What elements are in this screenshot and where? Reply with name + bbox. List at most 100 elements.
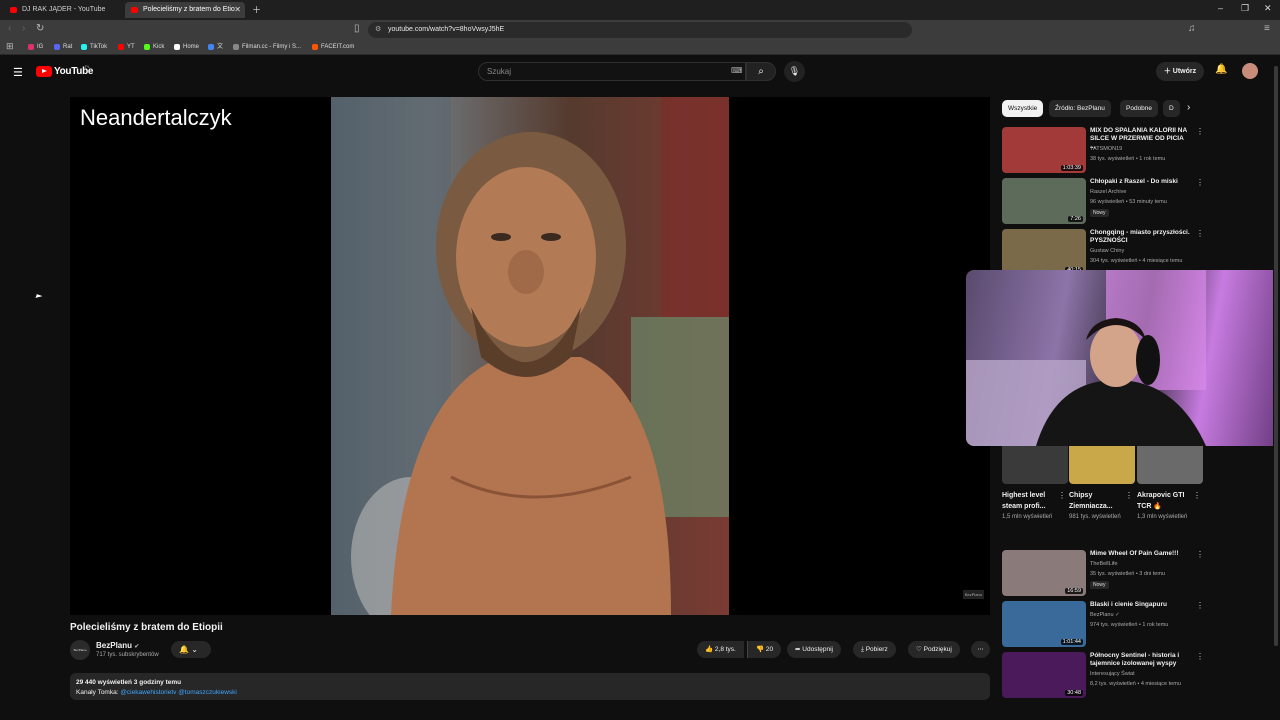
related-video-item[interactable]: 1:01:44 Blaski i cienie Singapuru BezPlanu… <box>1002 601 1204 647</box>
video-meta: 96 wyświetleń • 53 minuty temu <box>1090 199 1167 205</box>
channel-avatar[interactable]: BezPlanu <box>70 640 90 660</box>
create-button[interactable]: ＋ Utwórz <box>1156 62 1204 81</box>
related-video-item[interactable]: 16:59 Mime Wheel Of Pain Game!!! TheBellLi… <box>1002 550 1204 596</box>
video-channel[interactable]: BezPlanu ✓ <box>1090 612 1120 618</box>
bookmark-item[interactable]: YT <box>118 40 135 54</box>
more-vertical-icon[interactable]: ⋮ <box>1196 229 1204 238</box>
site-info-icon[interactable]: ⚙ <box>375 22 381 38</box>
bookmark-item[interactable]: 文 <box>208 40 223 54</box>
video-player[interactable]: Neandertalczyk BezPlanu <box>70 97 990 615</box>
description-links[interactable]: @ciekawehistorietv @tomaszczukiewski <box>120 689 237 696</box>
bookmark-label: Home <box>183 44 200 50</box>
related-video-item[interactable]: 40:15Chongqing - miasto przyszłości. PYS… <box>1002 229 1204 275</box>
close-tab-icon[interactable]: ✕ <box>234 2 241 18</box>
video-channel[interactable]: TheBellLife <box>1090 561 1118 567</box>
more-actions-button[interactable]: ⋯ <box>971 641 990 658</box>
bookmark-item[interactable]: Rat <box>54 40 72 54</box>
more-vertical-icon[interactable]: ⋮ <box>1196 601 1204 610</box>
restore-icon[interactable]: ❐ <box>1241 3 1249 14</box>
close-window-icon[interactable]: ✕ <box>1264 3 1272 14</box>
reload-icon[interactable]: ↻ <box>36 23 44 34</box>
more-vertical-icon[interactable]: ⋮ <box>1196 652 1204 661</box>
chips-next-chevron-icon[interactable]: › <box>1187 102 1190 113</box>
browser-tab-active[interactable]: Polecieliśmy z bratem do Etio ✕ <box>125 2 245 18</box>
video-thumbnail[interactable]: 1:03:39 <box>1002 127 1086 173</box>
related-video-item[interactable]: 7:26 Chłopaki z Raszel - Do miski Raszel A… <box>1002 178 1204 224</box>
video-meta: 8,2 tys. wyświetleń • 4 miesiące temu <box>1090 681 1181 687</box>
video-thumbnail[interactable]: 40:15 <box>1002 229 1086 275</box>
video-title[interactable]: Chłopaki z Raszel - Do miski <box>1090 178 1190 186</box>
like-button[interactable]: 👍 2,8 tys. <box>697 641 744 658</box>
more-vertical-icon[interactable]: ⋮ <box>1196 127 1204 136</box>
page-scrollbar[interactable] <box>1273 58 1280 700</box>
bookmark-item[interactable]: Filman.cc - Filmy i S... <box>233 40 301 54</box>
bookmark-item[interactable]: TikTok <box>81 40 107 54</box>
short-title[interactable]: Akrapovic GTI TCR 🔥 <box>1137 490 1193 512</box>
video-channel[interactable]: Interesujący Świat <box>1090 671 1135 677</box>
description-box[interactable]: 29 440 wyświetleń 3 godziny temu Kanały … <box>70 673 990 700</box>
video-title[interactable]: Mime Wheel Of Pain Game!!! <box>1090 550 1190 558</box>
video-thumbnail[interactable]: 7:26 <box>1002 178 1086 224</box>
more-vertical-icon[interactable]: ⋮ <box>1193 491 1201 500</box>
bookmark-item[interactable]: Kick <box>144 40 164 54</box>
subscription-bell-button[interactable]: 🔔 ⌄ <box>171 641 211 658</box>
short-thumbnail[interactable] <box>1069 446 1135 484</box>
browser-menu-icon[interactable]: ≡ <box>1264 23 1270 34</box>
youtube-favicon-icon <box>10 7 17 13</box>
browser-tab[interactable]: DJ RAK JĄDER - YouTube <box>4 2 122 18</box>
search-input[interactable]: Szukaj <box>478 62 746 81</box>
bookmark-item[interactable]: Home <box>174 40 199 54</box>
notifications-bell-icon[interactable]: 🔔 <box>1215 64 1227 75</box>
neanderthal-figure-image <box>331 97 729 615</box>
filter-chip[interactable]: Źródło: BezPlanu <box>1049 100 1111 117</box>
scrollbar-thumb[interactable] <box>1274 66 1278 646</box>
bookmark-label: Kick <box>153 44 165 50</box>
hamburger-menu-icon[interactable]: ☰ <box>13 66 23 79</box>
related-video-item[interactable]: 30:48 Północny Sentinel - historia i taje… <box>1002 652 1204 698</box>
extensions-icon[interactable]: ♫ <box>1188 23 1196 34</box>
back-icon[interactable]: ‹ <box>8 23 11 34</box>
apps-grid-icon[interactable]: ⊞ <box>6 41 14 52</box>
share-button[interactable]: ➦ Udostępnij <box>787 641 841 658</box>
more-vertical-icon[interactable]: ⋮ <box>1196 550 1204 559</box>
more-vertical-icon[interactable]: ⋮ <box>1058 491 1066 500</box>
more-vertical-icon[interactable]: ⋮ <box>1125 491 1133 500</box>
thanks-button[interactable]: ♡ Podziękuj <box>908 641 960 658</box>
forward-icon[interactable]: › <box>22 23 25 34</box>
more-vertical-icon[interactable]: ⋮ <box>1196 178 1204 187</box>
video-title[interactable]: Chongqing - miasto przyszłości. PYSZNOŚC… <box>1090 229 1190 245</box>
voice-search-button[interactable]: 🎙 <box>784 61 805 82</box>
short-thumbnail[interactable] <box>1002 446 1068 484</box>
video-thumbnail[interactable]: 1:01:44 <box>1002 601 1086 647</box>
filter-chip[interactable]: Podobne <box>1120 100 1159 117</box>
search-button[interactable]: ⌕ <box>746 62 776 81</box>
video-title[interactable]: Północny Sentinel - historia i tajemnice… <box>1090 652 1190 668</box>
address-bar[interactable]: ⚙ youtube.com/watch?v=8hoVwsyJ5hE <box>368 22 912 38</box>
video-channel[interactable]: Gustaw Chiny <box>1090 248 1124 254</box>
bookmark-icon[interactable]: ▯ <box>354 23 360 34</box>
minimize-icon[interactable]: – <box>1218 3 1223 13</box>
bookmark-item[interactable]: IG <box>28 40 43 54</box>
filter-chip[interactable]: Wszystkie <box>1002 100 1044 117</box>
video-channel[interactable]: Raszel Archive <box>1090 189 1126 195</box>
new-tab-icon[interactable]: ＋ <box>252 3 261 16</box>
short-title[interactable]: Highest level steam profi... <box>1002 490 1058 512</box>
bookmark-item[interactable]: FACEIT.com <box>312 40 354 54</box>
youtube-logo-icon[interactable] <box>36 66 52 77</box>
dislike-button[interactable]: 👎 20 <box>747 641 782 658</box>
related-video-item[interactable]: 1:03:39 MIX DO SPALANIA KALORII NA SILCE … <box>1002 127 1204 173</box>
short-thumbnail[interactable] <box>1137 446 1203 484</box>
channel-name[interactable]: BezPlanu ✔ <box>96 641 139 650</box>
channel-watermark[interactable]: BezPlanu <box>962 590 984 599</box>
video-thumbnail[interactable]: 30:48 <box>1002 652 1086 698</box>
download-button[interactable]: ⤓ Pobierz <box>853 641 896 658</box>
video-channel[interactable]: TATSMON19 <box>1090 146 1122 152</box>
video-duration: 30:48 <box>1065 690 1083 696</box>
video-title[interactable]: Blaski i cienie Singapuru <box>1090 601 1190 609</box>
video-thumbnail[interactable]: 16:59 <box>1002 550 1086 596</box>
short-title[interactable]: Chipsy Ziemniacza... <box>1069 490 1125 512</box>
filter-chip[interactable]: D <box>1163 100 1180 117</box>
keyboard-icon[interactable]: ⌨ <box>731 66 743 75</box>
account-avatar[interactable] <box>1242 63 1258 79</box>
bookmark-favicon-icon <box>144 44 150 50</box>
